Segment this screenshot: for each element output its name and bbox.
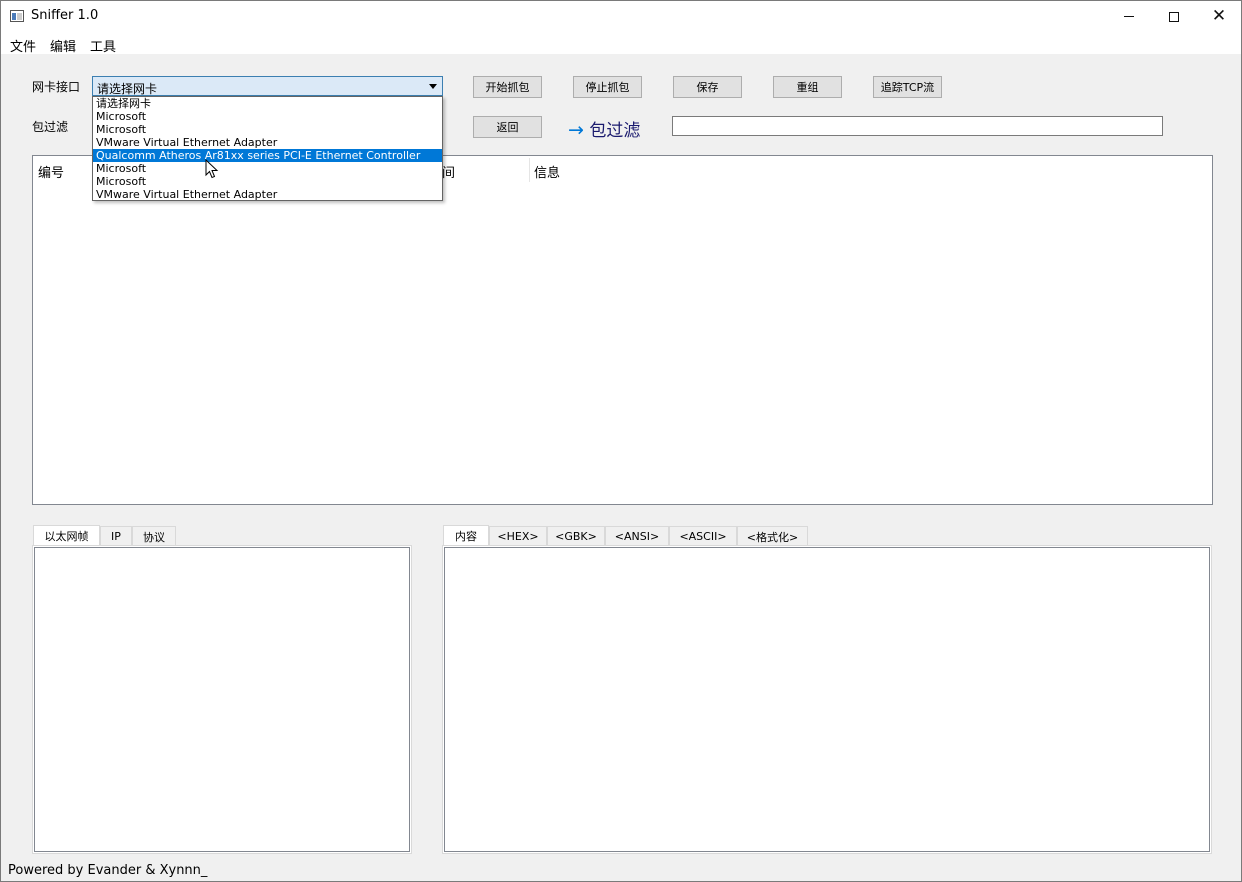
tab-ip[interactable]: IP [100, 526, 132, 546]
packet-content-view[interactable] [444, 547, 1210, 852]
packet-table[interactable]: 编号 间 信息 [32, 155, 1213, 505]
stop-capture-button[interactable]: 停止抓包 [573, 76, 642, 98]
nic-option[interactable]: 请选择网卡 [93, 97, 442, 110]
column-header-number[interactable]: 编号 [38, 162, 64, 181]
nic-option[interactable]: VMware Virtual Ethernet Adapter [93, 136, 442, 149]
left-detail-pane [32, 545, 412, 854]
column-divider[interactable] [529, 158, 530, 182]
column-header-time[interactable]: 间 [442, 162, 455, 181]
nic-combobox-value: 请选择网卡 [97, 82, 158, 96]
nic-option[interactable]: Microsoft [93, 123, 442, 136]
filter-heading-text: 包过滤 [589, 121, 641, 141]
right-tab-bar: 内容 <HEX> <GBK> <ANSI> <ASCII> <格式化> [442, 525, 1212, 546]
minimize-icon [1124, 16, 1134, 17]
title-bar: Sniffer 1.0 ✕ [1, 1, 1241, 32]
menu-edit[interactable]: 编辑 [50, 36, 76, 55]
tab-gbk[interactable]: <GBK> [547, 526, 605, 546]
chevron-down-icon[interactable] [429, 84, 437, 89]
menu-file[interactable]: 文件 [10, 36, 36, 55]
maximize-button[interactable] [1151, 1, 1197, 32]
nic-dropdown-list[interactable]: 请选择网卡 Microsoft Microsoft VMware Virtual… [92, 96, 443, 201]
nic-combobox[interactable]: 请选择网卡 [92, 76, 443, 96]
filter-heading: → 包过滤 [568, 116, 640, 141]
tab-ethernet-frame[interactable]: 以太网帧 [33, 525, 100, 546]
nic-option[interactable]: Microsoft [93, 175, 442, 188]
follow-tcp-button[interactable]: 追踪TCP流 [873, 76, 942, 98]
tab-ansi[interactable]: <ANSI> [605, 526, 669, 546]
back-button[interactable]: 返回 [473, 116, 542, 138]
filter-input[interactable] [672, 116, 1163, 136]
tab-content[interactable]: 内容 [443, 525, 489, 546]
nic-option-highlighted[interactable]: Qualcomm Atheros Ar81xx series PCI-E Eth… [93, 149, 442, 162]
tab-formatted[interactable]: <格式化> [737, 526, 808, 546]
close-icon: ✕ [1211, 6, 1227, 26]
mouse-cursor-icon [205, 159, 219, 179]
nic-option[interactable]: Microsoft [93, 110, 442, 123]
nic-option[interactable]: VMware Virtual Ethernet Adapter [93, 188, 442, 201]
tab-hex[interactable]: <HEX> [489, 526, 547, 546]
menu-tools[interactable]: 工具 [90, 36, 116, 55]
minimize-button[interactable] [1106, 1, 1152, 32]
save-button[interactable]: 保存 [673, 76, 742, 98]
tab-ascii[interactable]: <ASCII> [669, 526, 737, 546]
app-icon [10, 10, 24, 22]
menu-bar: 文件 编辑 工具 [1, 32, 1241, 55]
start-capture-button[interactable]: 开始抓包 [473, 76, 542, 98]
column-header-info[interactable]: 信息 [534, 162, 560, 181]
close-button[interactable]: ✕ [1196, 1, 1242, 32]
reassemble-button[interactable]: 重组 [773, 76, 842, 98]
arrow-right-icon: → [568, 119, 584, 141]
maximize-icon [1169, 11, 1179, 22]
filter-label: 包过滤 [32, 120, 69, 134]
main-window: Sniffer 1.0 ✕ 文件 编辑 工具 网卡接口 请选择网卡 开始抓包 停… [0, 0, 1242, 882]
tab-protocol[interactable]: 协议 [132, 526, 176, 546]
right-content-pane [442, 545, 1212, 854]
protocol-tree[interactable] [34, 547, 410, 852]
status-text: Powered by Evander & Xynnn_ [8, 863, 208, 878]
window-title: Sniffer 1.0 [31, 8, 99, 23]
nic-option[interactable]: Microsoft [93, 162, 442, 175]
nic-label: 网卡接口 [32, 80, 81, 94]
left-tab-bar: 以太网帧 IP 协议 [32, 525, 412, 546]
